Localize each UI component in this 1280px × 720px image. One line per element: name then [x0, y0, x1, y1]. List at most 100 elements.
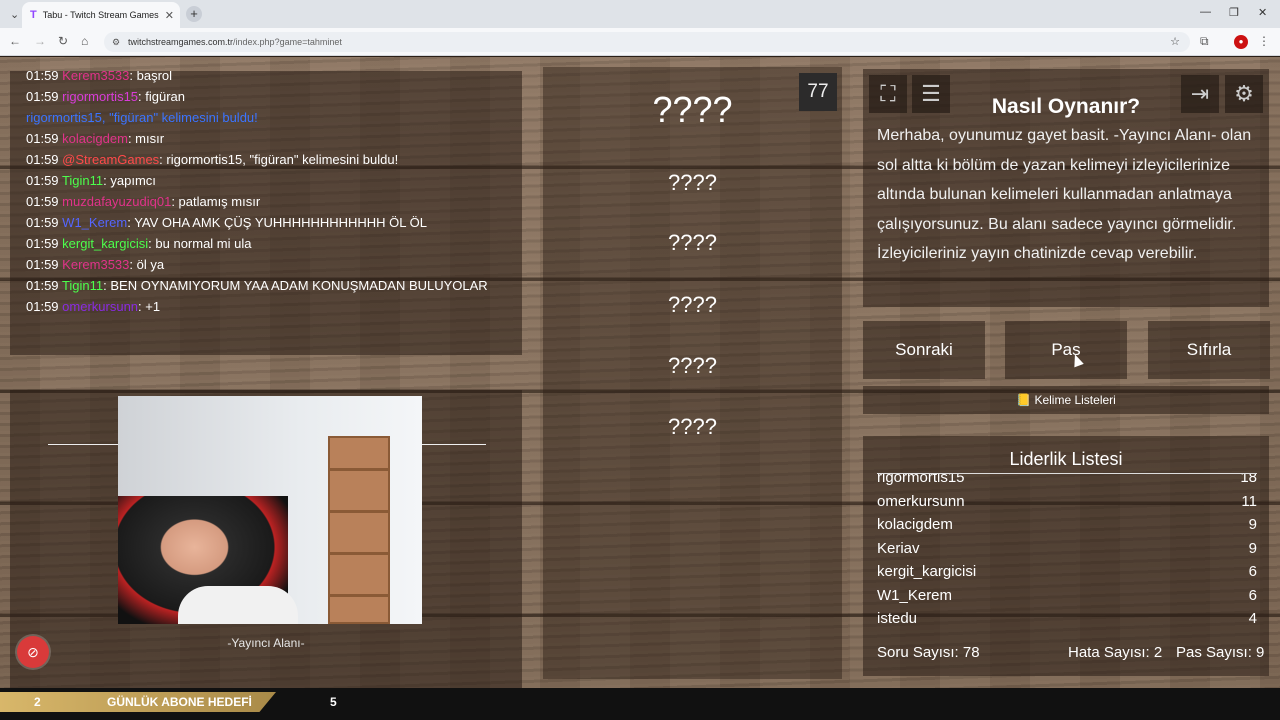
address-bar[interactable]: ⚙ twitchstreamgames.com.tr/index.php?gam… [104, 32, 1190, 52]
chat-separator: : [171, 194, 179, 209]
url-path: /index.php?game=tahminet [233, 37, 342, 47]
chat-username[interactable]: muzdafayuzudiq01 [62, 194, 171, 209]
player-name: kolacigdem [877, 516, 953, 533]
chat-username[interactable]: W1_Kerem [62, 215, 127, 230]
leaderboard-row: Keriav 9 [877, 537, 1257, 561]
chat-timestamp: 01:59 [26, 173, 59, 188]
chat-message: 01:59 Kerem3533: öl ya [26, 254, 506, 275]
profile-extension-icon[interactable]: ● [1234, 35, 1248, 49]
chat-timestamp: 01:59 [26, 152, 59, 167]
divider-line [422, 444, 486, 445]
menu-dots-icon[interactable]: ⋮ [1258, 34, 1270, 48]
player-name: kergit_kargicisi [877, 563, 977, 580]
forbidden-word: ???? [668, 230, 717, 255]
player-score: 6 [1248, 563, 1257, 580]
leaderboard-row: kolacigdem 9 [877, 513, 1257, 537]
player-score: 9 [1248, 539, 1257, 557]
chat-username[interactable]: kolacigdem [62, 131, 128, 146]
new-tab-button[interactable]: + [186, 6, 202, 22]
pass-button[interactable]: Pas [1005, 321, 1127, 379]
sub-goal-target: 5 [330, 695, 337, 709]
chat-message: 01:59 omerkursunn: +1 [26, 296, 506, 317]
player-name: istedu [877, 610, 918, 627]
chat-username[interactable]: Kerem3533 [62, 71, 129, 83]
back-icon[interactable]: ← [9, 34, 21, 48]
chat-text: YAV OHA AMK ÇÜŞ YUHHHHHHHHHHHH ÖL ÖL [134, 215, 427, 230]
chat-text: öl ya [136, 257, 165, 272]
reload-icon[interactable]: ↻ [58, 34, 68, 48]
site-info-icon[interactable]: ⚙ [112, 32, 120, 52]
question-count: Soru Sayısı: 78 [877, 644, 980, 661]
chat-username[interactable]: Tigin11 [62, 173, 103, 188]
leaderboard-row: rigormortis15 18 [877, 474, 1257, 490]
streamer-area: -Yayıncı Alanı- ⊘ [10, 390, 522, 688]
chat-timestamp: 01:59 [26, 257, 59, 272]
pass-count: Pas Sayısı: 9 [1176, 644, 1265, 661]
next-button[interactable]: Sonraki [863, 321, 985, 379]
reset-button[interactable]: Sıfırla [1148, 321, 1270, 379]
player-name: W1_Kerem [877, 586, 953, 604]
chat-text: mısır [135, 131, 165, 146]
bookshelf [328, 436, 390, 624]
chat-message: 01:59 kergit_kargicisi: bu normal mi ula [26, 233, 506, 254]
tab-close-icon[interactable]: ✕ [165, 9, 174, 22]
chat-message: 01:59 Kerem3533: başrol [26, 71, 506, 86]
chat-username[interactable]: kergit_kargicisi [62, 236, 148, 251]
chat-message: rigormortis15, "figüran" kelimesini buld… [26, 107, 506, 128]
url-domain: twitchstreamgames.com.tr [128, 37, 234, 47]
player-score: 4 [1248, 610, 1257, 627]
chat-username[interactable]: Kerem3533 [62, 257, 129, 272]
chat-username[interactable]: Tigin11 [62, 278, 103, 293]
bookmark-star-icon[interactable]: ☆ [1170, 32, 1180, 52]
chat-text: yapımcı [110, 173, 156, 188]
target-word: ???? [652, 89, 733, 130]
leaderboard-title: Liderlik Listesi [1009, 449, 1123, 469]
chat-username[interactable]: omerkursunn [62, 299, 138, 314]
leaderboard-row: W1_Kerem 6 [877, 584, 1257, 608]
how-to-play-panel: ⛶ ☰ ⇥ ⚙ Nasıl Oynanır? Merhaba, oyunumuz… [863, 69, 1269, 307]
chat-message: 01:59 @StreamGames: rigormortis15, "figü… [26, 149, 506, 170]
restore-icon[interactable]: ❐ [1229, 6, 1239, 19]
chat-text: rigormortis15, "figüran" kelimesini buld… [166, 152, 399, 167]
forbidden-word: ???? [668, 292, 717, 317]
notebook-icon: 📒 [1016, 393, 1032, 407]
chat-text: bu normal mi ula [155, 236, 252, 251]
no-entry-icon[interactable]: ⊘ [17, 636, 49, 668]
chat-username[interactable]: rigormortis15 [62, 89, 138, 104]
sub-goal-label: GÜNLÜK ABONE HEDEFİ [107, 695, 252, 709]
chat-username[interactable]: @StreamGames [62, 152, 159, 167]
tab-title: Tabu - Twitch Stream Games [42, 10, 159, 20]
tab-list-chevron-icon[interactable]: ⌄ [10, 8, 19, 21]
error-count: Hata Sayısı: 2 [1068, 644, 1163, 661]
twitch-favicon-icon: T [30, 9, 37, 21]
chat-text: +1 [145, 299, 161, 314]
window-close-icon[interactable]: ✕ [1258, 6, 1267, 19]
word-card-panel: 77 ???? ???? ???? ???? ???? ???? [543, 67, 842, 679]
chat-text: başrol [136, 71, 173, 83]
chat-username[interactable]: rigormortis15, "figüran" kelimesini buld… [26, 110, 258, 125]
forbidden-word: ???? [668, 353, 717, 378]
chat-separator: : [129, 257, 137, 272]
divider-line [48, 444, 118, 445]
chat-message: 01:59 rigormortis15: figüran [26, 86, 506, 107]
leaderboard-row: omerkursunn 11 [877, 490, 1257, 514]
chat-timestamp: 01:59 [26, 236, 59, 251]
chat-message: 01:59 Tigin11: yapımcı [26, 170, 506, 191]
player-score: 9 [1248, 516, 1257, 533]
word-lists-button[interactable]: 📒 Kelime Listeleri [863, 386, 1269, 414]
forward-icon[interactable]: → [34, 34, 46, 48]
chat-separator: : [129, 71, 137, 83]
leaderboard-panel: Liderlik Listesi rigormortis15 18 omerkurs… [863, 436, 1269, 676]
player-name: Keriav [877, 539, 920, 557]
browser-tab[interactable]: T Tabu - Twitch Stream Games ✕ [22, 2, 180, 28]
chat-message: 01:59 muzdafayuzudiq01: patlamış mısır [26, 191, 506, 212]
player-name: omerkursunn [877, 492, 965, 510]
chat-timestamp: 01:59 [26, 71, 59, 83]
extensions-icon[interactable]: ⧉ [1200, 34, 1209, 49]
home-icon[interactable]: ⌂ [81, 34, 88, 48]
minimize-icon[interactable]: — [1200, 6, 1211, 18]
chat-message: 01:59 Tigin11: BEN OYNAMIYORUM YAA ADAM … [26, 275, 506, 296]
player-score: 18 [1240, 474, 1257, 486]
chat-text: patlamış mısır [178, 194, 261, 209]
chat-text: BEN OYNAMIYORUM YAA ADAM KONUŞMADAN BULU… [110, 278, 488, 293]
